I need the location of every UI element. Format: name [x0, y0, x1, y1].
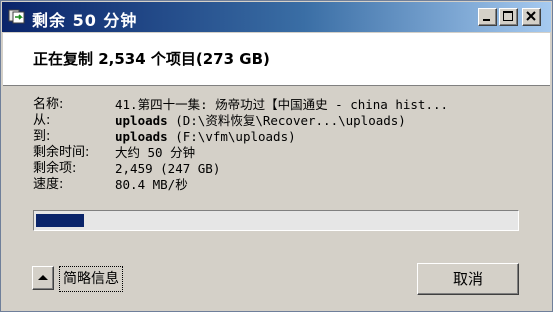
- cancel-button[interactable]: 取消: [417, 263, 519, 295]
- fewer-details-toggle[interactable]: [32, 266, 54, 290]
- window-title: 剩余 50 分钟: [32, 11, 138, 30]
- name-label: 名称:: [33, 97, 64, 112]
- time-left-label: 剩余时间:: [33, 145, 90, 160]
- name-value: 41.第四十一集: 炀帝功过【中国通史 - china hist...: [115, 97, 449, 112]
- speed-label: 速度:: [33, 177, 64, 192]
- title-bar[interactable]: 剩余 50 分钟: [2, 2, 551, 32]
- summary-panel: 正在复制 2,534 个项目(273 GB): [3, 33, 550, 86]
- to-path: (F:\vfm\uploads): [167, 129, 296, 144]
- close-icon: [526, 11, 536, 21]
- from-folder-link[interactable]: uploads: [115, 113, 168, 128]
- minimize-icon: [483, 19, 490, 21]
- maximize-button[interactable]: [499, 8, 518, 26]
- progress-fill: [36, 214, 84, 227]
- copy-summary: 正在复制 2,534 个项目(273 GB): [33, 50, 270, 68]
- copy-progress-bar: [33, 210, 519, 231]
- fewer-details-link[interactable]: 简略信息: [59, 266, 123, 292]
- to-folder-link[interactable]: uploads: [115, 129, 168, 144]
- copy-progress-dialog: 剩余 50 分钟 正在复制 2,534 个项目(273 GB) 名称: 41.第…: [0, 0, 553, 312]
- to-label: 到:: [33, 129, 51, 144]
- close-button[interactable]: [522, 8, 541, 26]
- items-left-label: 剩余项:: [33, 161, 77, 176]
- from-label: 从:: [33, 113, 51, 128]
- chevron-up-icon: [38, 275, 48, 280]
- maximize-icon: [503, 11, 513, 21]
- time-left-value: 大约 50 分钟: [115, 145, 196, 160]
- copy-files-icon: [8, 8, 26, 24]
- from-path: (D:\资料恢复\Recover...\uploads): [167, 113, 406, 128]
- to-value: uploads (F:\vfm\uploads): [115, 129, 296, 145]
- from-value: uploads (D:\资料恢复\Recover...\uploads): [115, 113, 406, 129]
- speed-value: 80.4 MB/秒: [115, 177, 188, 192]
- items-left-value: 2,459 (247 GB): [115, 161, 221, 176]
- minimize-button[interactable]: [478, 8, 497, 26]
